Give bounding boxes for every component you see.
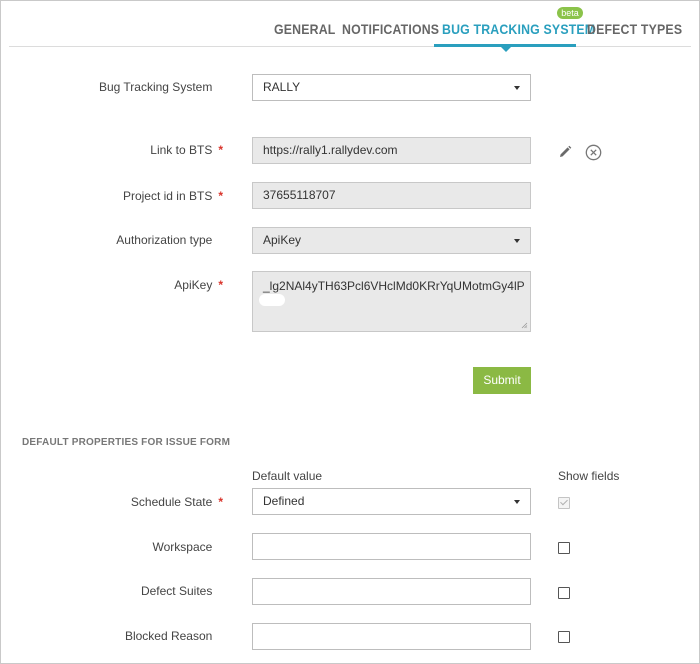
required-marker: * — [218, 189, 223, 203]
pencil-icon[interactable] — [558, 145, 572, 159]
settings-panel: GENERAL NOTIFICATIONS BUG TRACKING SYSTE… — [0, 0, 700, 664]
defect-suites-show-checkbox[interactable] — [558, 587, 570, 599]
beta-badge: beta — [557, 7, 583, 19]
project-id-field[interactable]: 37655118707 — [252, 182, 531, 209]
checkmark-icon — [560, 497, 568, 506]
schedule-state-show-checkbox — [558, 497, 570, 509]
default-value-header: Default value — [252, 469, 323, 483]
link-to-bts-value: https://rally1.rallydev.com — [263, 143, 398, 157]
schedule-state-select[interactable]: Defined — [252, 488, 531, 515]
workspace-label: Workspace* — [152, 540, 213, 554]
api-key-value: _lg2NAl4yTH63Pcl6VHclMd0KRrYqUMotmGy4lP — [263, 279, 525, 293]
link-to-bts-field[interactable]: https://rally1.rallydev.com — [252, 137, 531, 164]
schedule-state-label: Schedule State * — [130, 495, 223, 509]
defect-suites-input[interactable] — [252, 578, 531, 605]
required-marker: * — [218, 495, 223, 509]
required-marker: * — [218, 143, 223, 157]
dropdown-arrow-icon — [514, 239, 520, 243]
api-key-label: ApiKey * — [174, 278, 223, 292]
required-marker: * — [218, 278, 223, 292]
active-tab-caret — [501, 47, 511, 52]
dropdown-arrow-icon — [514, 86, 520, 90]
workspace-input[interactable] — [252, 533, 531, 560]
settings-tabs: GENERAL NOTIFICATIONS BUG TRACKING SYSTE… — [9, 1, 691, 47]
bts-label: Bug Tracking System* — [98, 80, 213, 94]
redaction-blot — [259, 294, 285, 306]
project-id-label: Project id in BTS * — [122, 189, 223, 203]
circle-x-icon[interactable] — [585, 144, 602, 161]
link-to-bts-label: Link to BTS * — [150, 143, 223, 157]
api-key-textarea[interactable]: _lg2NAl4yTH63Pcl6VHclMd0KRrYqUMotmGy4lP — [252, 271, 531, 332]
tab-notifications[interactable]: NOTIFICATIONS — [342, 21, 439, 37]
authorization-type-label: Authorization type* — [116, 233, 213, 247]
workspace-show-checkbox[interactable] — [558, 542, 570, 554]
tab-defect-types[interactable]: DEFECT TYPES — [587, 21, 682, 37]
schedule-state-value: Defined — [263, 494, 305, 508]
blocked-reason-input[interactable] — [252, 623, 531, 650]
authorization-type-value: ApiKey — [263, 233, 302, 247]
section-title: DEFAULT PROPERTIES FOR ISSUE FORM — [22, 437, 231, 448]
project-id-value: 37655118707 — [263, 188, 336, 202]
bts-select[interactable]: RALLY — [252, 74, 531, 101]
dropdown-arrow-icon — [514, 500, 520, 504]
blocked-reason-show-checkbox[interactable] — [558, 631, 570, 643]
resize-handle-icon[interactable] — [521, 322, 528, 329]
tab-bug-tracking-system[interactable]: BUG TRACKING SYSTEM — [442, 21, 595, 37]
show-fields-header: Show fields — [558, 469, 620, 483]
bts-select-value: RALLY — [263, 80, 301, 94]
tab-general[interactable]: GENERAL — [274, 21, 335, 37]
authorization-type-select[interactable]: ApiKey — [252, 227, 531, 254]
defect-suites-label: Defect Suites* — [140, 584, 213, 598]
submit-button[interactable]: Submit — [473, 367, 531, 394]
blocked-reason-label: Blocked Reason* — [124, 629, 213, 643]
